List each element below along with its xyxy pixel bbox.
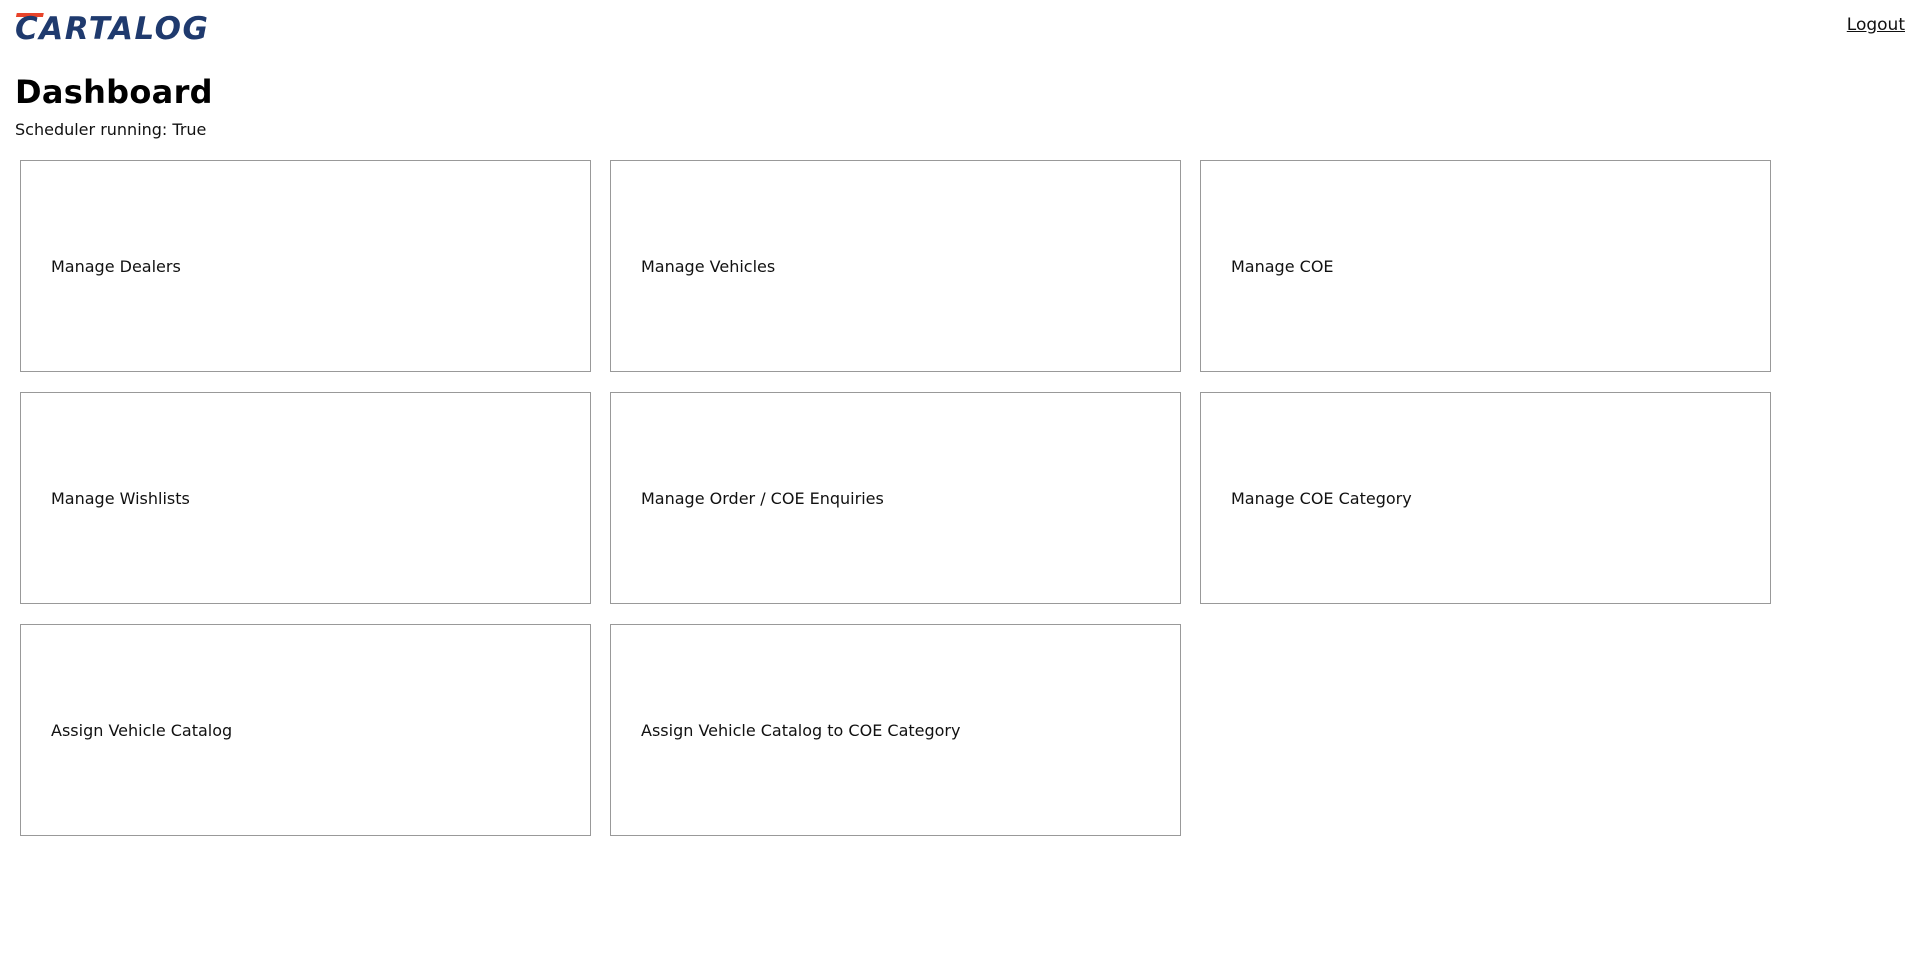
page-title: Dashboard <box>15 73 213 111</box>
manage-coe-card[interactable]: Manage COE <box>1200 160 1771 372</box>
manage-vehicles-card[interactable]: Manage Vehicles <box>610 160 1181 372</box>
assign-vehicle-catalog-card[interactable]: Assign Vehicle Catalog <box>20 624 591 836</box>
top-bar: CARTALOG Logout <box>0 0 1920 60</box>
manage-dealers-card[interactable]: Manage Dealers <box>20 160 591 372</box>
manage-wishlists-card[interactable]: Manage Wishlists <box>20 392 591 604</box>
dashboard-card-grid: Manage Dealers Manage Vehicles Manage CO… <box>20 160 1792 836</box>
assign-vehicle-catalog-to-coe-category-card[interactable]: Assign Vehicle Catalog to COE Category <box>610 624 1181 836</box>
logo-graphic: CARTALOG <box>15 12 209 42</box>
card-label: Assign Vehicle Catalog to COE Category <box>641 720 961 740</box>
card-label: Manage COE Category <box>1231 488 1412 508</box>
card-label: Manage Wishlists <box>51 488 190 508</box>
manage-coe-category-card[interactable]: Manage COE Category <box>1200 392 1771 604</box>
card-label: Manage Dealers <box>51 256 181 276</box>
cartalog-logo[interactable]: CARTALOG <box>15 12 255 42</box>
card-label: Manage Order / COE Enquiries <box>641 488 884 508</box>
card-label: Assign Vehicle Catalog <box>51 720 233 740</box>
manage-order-coe-enquiries-card[interactable]: Manage Order / COE Enquiries <box>610 392 1181 604</box>
logout-link[interactable]: Logout <box>1847 15 1905 35</box>
logo-text: CARTALOG <box>15 12 209 42</box>
card-label: Manage Vehicles <box>641 256 776 276</box>
scheduler-status: Scheduler running: True <box>15 120 207 139</box>
card-label: Manage COE <box>1231 256 1334 276</box>
